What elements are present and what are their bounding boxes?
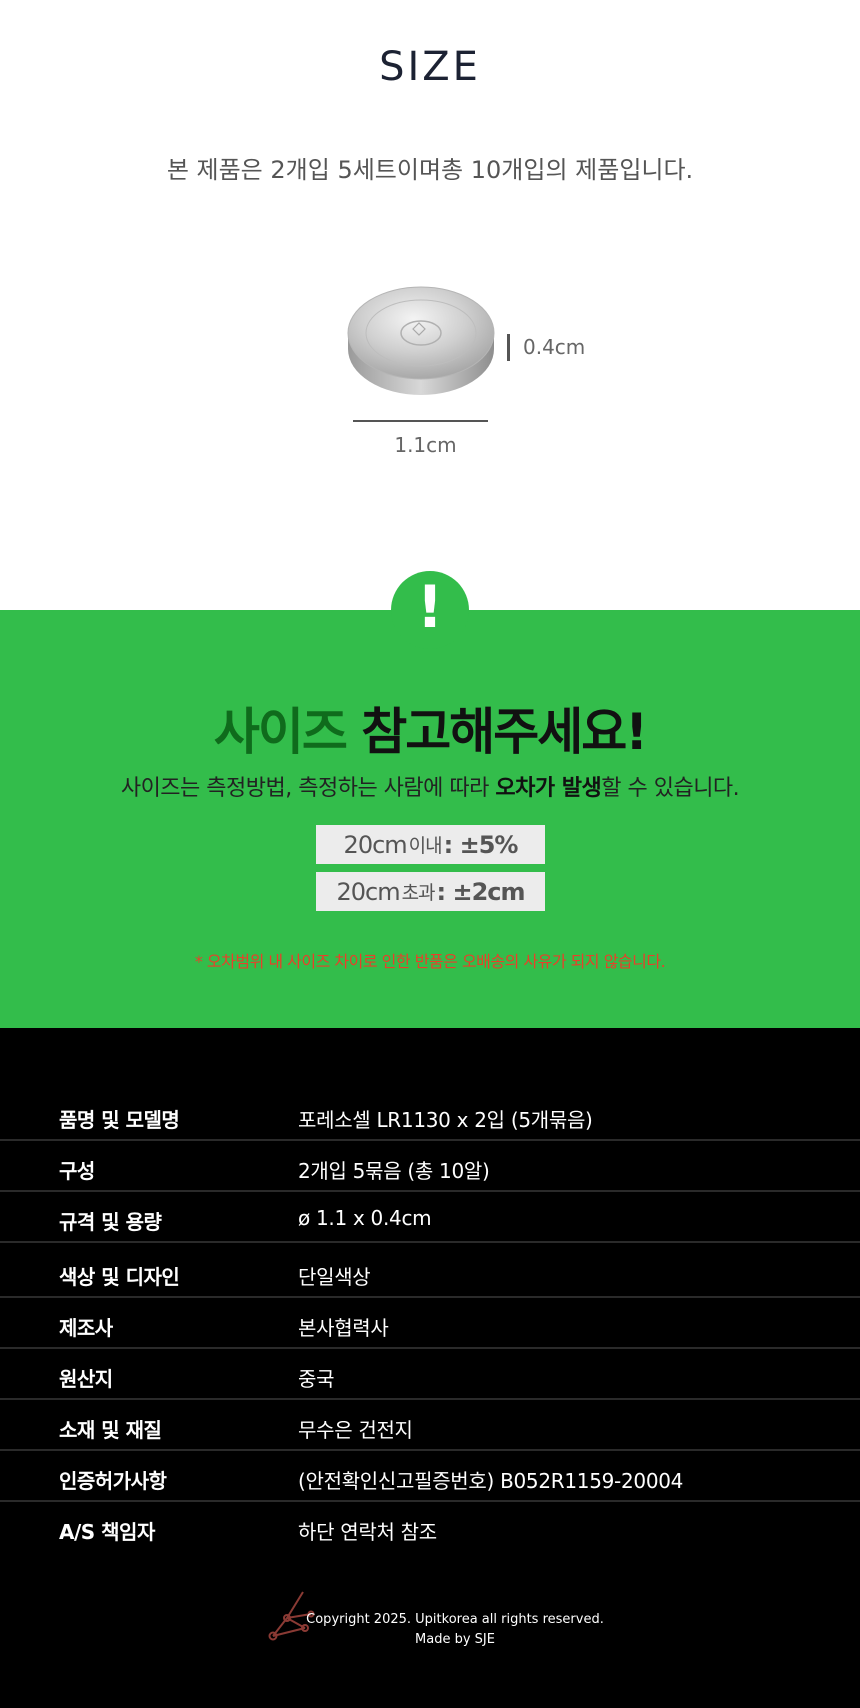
height-indicator-line: [507, 334, 510, 361]
spec-value: 중국: [298, 1367, 335, 1391]
spec-key: 원산지: [59, 1367, 113, 1391]
spec-key: 구성: [59, 1159, 95, 1183]
spec-row: 품명 및 모델명 포레소셀 LR1130 x 2입 (5개묶음): [0, 1086, 860, 1141]
spec-value: 포레소셀 LR1130 x 2입 (5개묶음): [298, 1108, 593, 1132]
spec-row: 규격 및 용량 ø 1.1 x 0.4cm: [0, 1192, 860, 1243]
product-detail-page: SIZE 본 제품은 2개입 5세트이며총 10개입의 제품입니다. 0.4cm…: [0, 0, 860, 1708]
coin-battery-image: [345, 283, 497, 401]
spec-key: 색상 및 디자인: [59, 1265, 180, 1289]
spec-value: 무수은 건전지: [298, 1418, 413, 1442]
size-description: 본 제품은 2개입 5세트이며총 10개입의 제품입니다.: [166, 156, 694, 184]
notice-heading: 사이즈 참고해주세요!: [0, 692, 860, 764]
size-title: SIZE: [379, 44, 481, 90]
spec-row: 소재 및 재질 무수은 건전지: [0, 1400, 860, 1451]
spec-row: 인증허가사항 (안전확인신고필증번호) B052R1159-20004: [0, 1451, 860, 1502]
height-label: 0.4cm: [523, 335, 586, 359]
notice-heading-rest: 참고해주세요!: [361, 703, 648, 761]
exclamation-icon: !: [416, 573, 444, 641]
copyright-text: Copyright 2025. Upitkorea all rights res…: [306, 1612, 604, 1627]
spec-key: A/S 책임자: [59, 1520, 155, 1544]
notice-subtext-part2: 할 수 있습니다.: [601, 776, 740, 801]
spec-table: 품명 및 모델명 포레소셀 LR1130 x 2입 (5개묶음) 구성 2개입 5묶음…: [0, 1086, 860, 1551]
notice-subtext-part1: 사이즈는 측정방법, 측정하는 사람에 따라: [120, 776, 496, 801]
tolerance-qualifier: 이내: [408, 835, 443, 857]
spec-key: 제조사: [59, 1316, 113, 1340]
tolerance-size: 20cm: [343, 830, 408, 859]
spec-row: 제조사 본사협력사: [0, 1298, 860, 1349]
spec-row: 구성 2개입 5묶음 (총 10알): [0, 1141, 860, 1192]
spec-value: 단일색상: [298, 1265, 371, 1289]
made-by-text: Made by SJE: [415, 1632, 495, 1647]
spec-row: A/S 책임자 하단 연락처 참조: [0, 1502, 860, 1551]
spec-row: 원산지 중국: [0, 1349, 860, 1400]
product-info-section: 품명 및 모델명 포레소셀 LR1130 x 2입 (5개묶음) 구성 2개입 5묶음…: [0, 1028, 860, 1708]
spec-value: 하단 연락처 참조: [298, 1520, 437, 1544]
size-notice-section: 사이즈 참고해주세요! 사이즈는 측정방법, 측정하는 사람에 따라 오차가 발…: [0, 610, 860, 1028]
width-indicator-line: [353, 420, 488, 422]
spec-key: 규격 및 용량: [59, 1210, 162, 1234]
tolerance-qualifier: 초과: [401, 882, 436, 904]
notice-heading-highlight: 사이즈: [213, 703, 348, 761]
spec-key: 품명 및 모델명: [59, 1108, 180, 1132]
return-disclaimer: * 오차범위 내 사이즈 차이로 인한 반품은 오배송의 사유가 되지 않습니다…: [194, 952, 666, 971]
tolerance-box-under-20cm: 20cm 이내 : ±5%: [316, 825, 545, 864]
tolerance-value: : ±2cm: [436, 877, 526, 906]
footer-copyright: Copyright 2025. Upitkorea all rights res…: [300, 1610, 610, 1650]
alert-badge: !: [391, 571, 469, 649]
tolerance-value: : ±5%: [443, 830, 519, 859]
notice-subtext: 사이즈는 측정방법, 측정하는 사람에 따라 오차가 발생할 수 있습니다.: [0, 770, 860, 802]
spec-row: 색상 및 디자인 단일색상: [0, 1243, 860, 1298]
spec-value: ø 1.1 x 0.4cm: [298, 1206, 432, 1230]
spec-key: 인증허가사항: [59, 1469, 167, 1493]
width-label: 1.1cm: [394, 433, 457, 457]
spec-value: (안전확인신고필증번호) B052R1159-20004: [298, 1469, 684, 1493]
tolerance-size: 20cm: [336, 877, 400, 906]
notice-subtext-bold: 오차가 발생: [495, 776, 602, 801]
spec-value: 본사협력사: [298, 1316, 389, 1340]
size-section: SIZE 본 제품은 2개입 5세트이며총 10개입의 제품입니다. 0.4cm…: [0, 0, 860, 610]
spec-key: 소재 및 재질: [59, 1418, 162, 1442]
tolerance-box-over-20cm: 20cm 초과 : ±2cm: [316, 872, 545, 911]
spec-value: 2개입 5묶음 (총 10알): [298, 1159, 490, 1183]
